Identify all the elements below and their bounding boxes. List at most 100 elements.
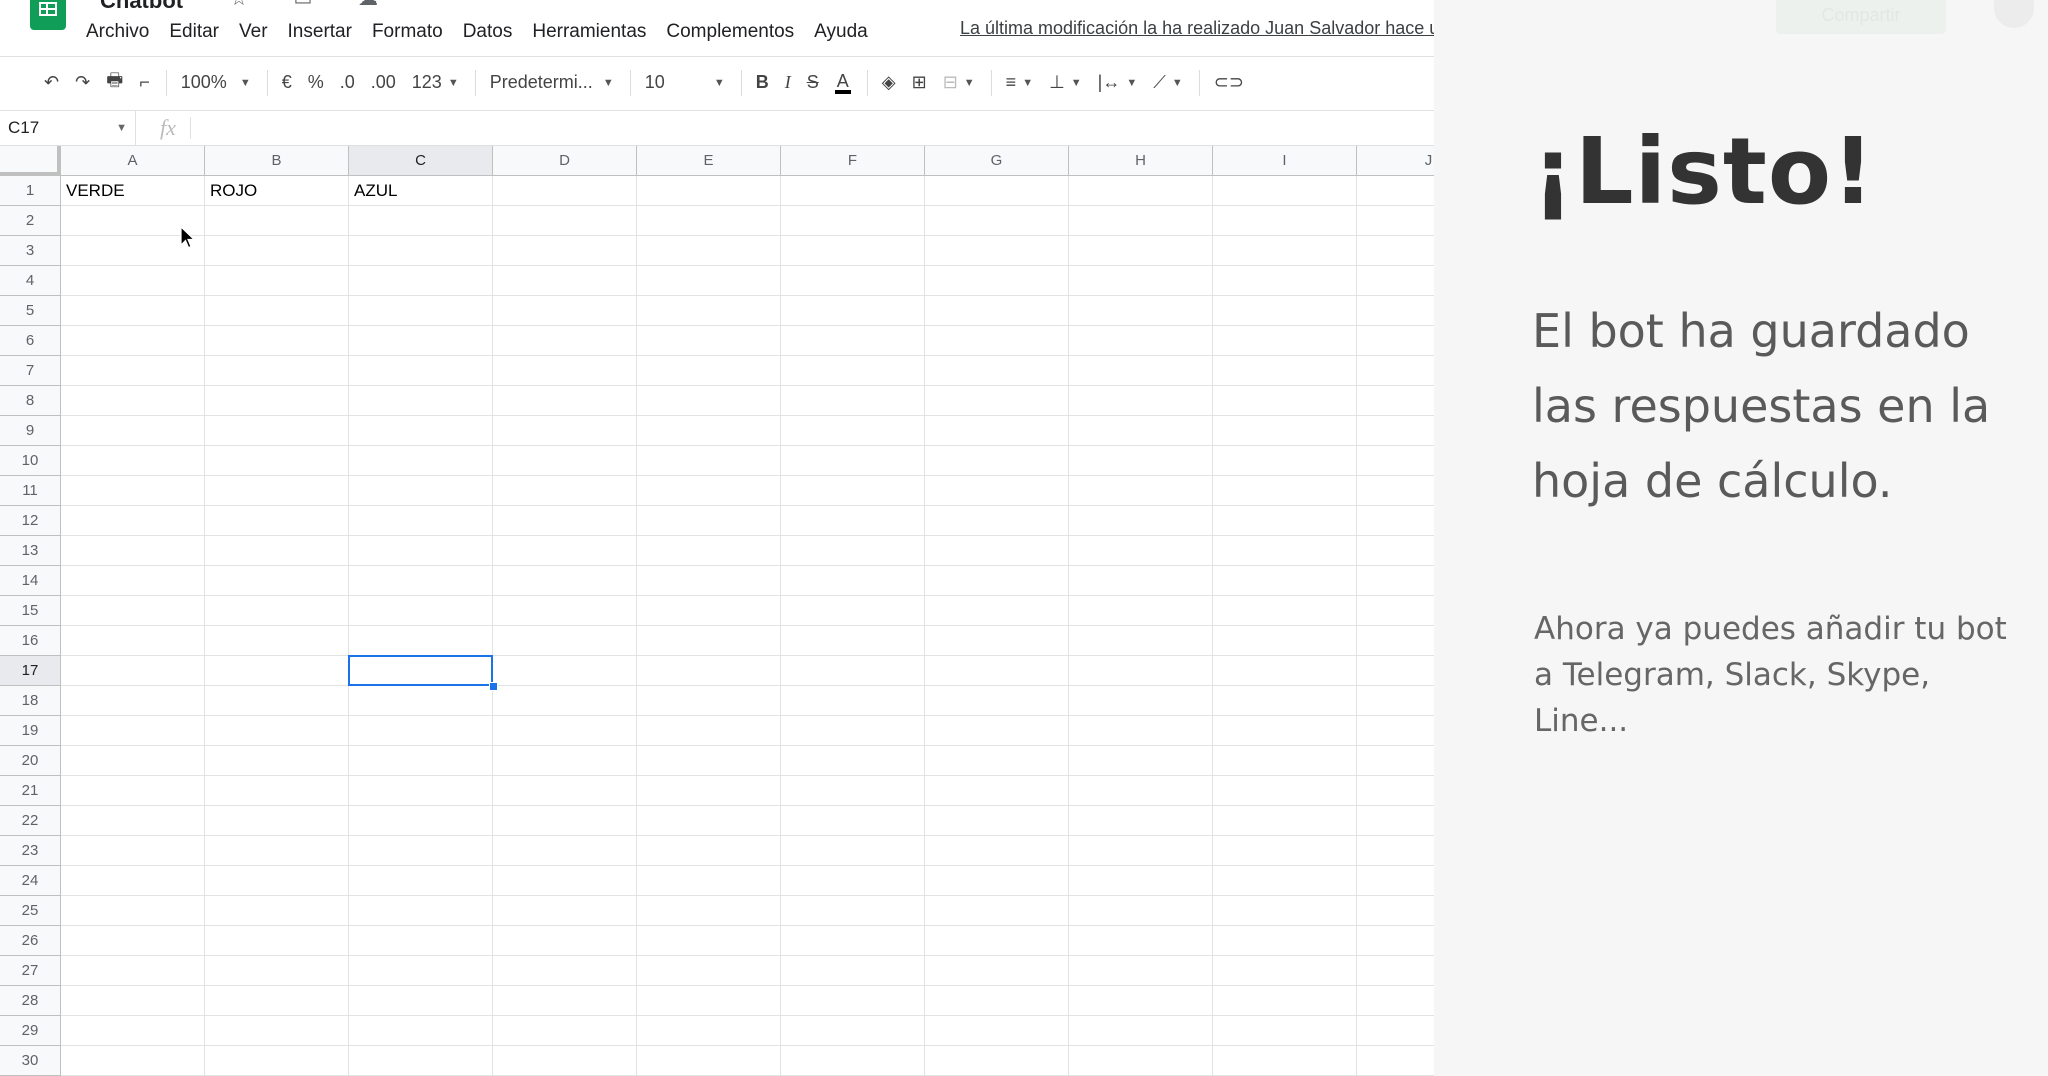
cell-h16[interactable] bbox=[1069, 626, 1213, 656]
cell-h15[interactable] bbox=[1069, 596, 1213, 626]
row-header-9[interactable]: 9 bbox=[0, 416, 61, 446]
cell-c2[interactable] bbox=[349, 206, 493, 236]
cell-d4[interactable] bbox=[493, 266, 637, 296]
cell-c20[interactable] bbox=[349, 746, 493, 776]
cell-f19[interactable] bbox=[781, 716, 925, 746]
cell-i18[interactable] bbox=[1213, 686, 1357, 716]
cell-f1[interactable] bbox=[781, 176, 925, 206]
cell-e24[interactable] bbox=[637, 866, 781, 896]
cell-h27[interactable] bbox=[1069, 956, 1213, 986]
cell-i16[interactable] bbox=[1213, 626, 1357, 656]
cell-h1[interactable] bbox=[1069, 176, 1213, 206]
column-header-h[interactable]: H bbox=[1069, 146, 1213, 176]
cell-i4[interactable] bbox=[1213, 266, 1357, 296]
last-edit-link[interactable]: La última modificación la ha realizado J… bbox=[960, 18, 1434, 39]
cell-i21[interactable] bbox=[1213, 776, 1357, 806]
vertical-align-icon[interactable]: ⊥ ▼ bbox=[1049, 72, 1082, 93]
cell-c6[interactable] bbox=[349, 326, 493, 356]
cell-g14[interactable] bbox=[925, 566, 1069, 596]
cell-f6[interactable] bbox=[781, 326, 925, 356]
cell-g13[interactable] bbox=[925, 536, 1069, 566]
cell-j17[interactable] bbox=[1357, 656, 1434, 686]
cell-d12[interactable] bbox=[493, 506, 637, 536]
cell-g16[interactable] bbox=[925, 626, 1069, 656]
cell-d23[interactable] bbox=[493, 836, 637, 866]
cell-j21[interactable] bbox=[1357, 776, 1434, 806]
cell-h24[interactable] bbox=[1069, 866, 1213, 896]
cell-e12[interactable] bbox=[637, 506, 781, 536]
cell-i7[interactable] bbox=[1213, 356, 1357, 386]
cell-a18[interactable] bbox=[61, 686, 205, 716]
row-header-22[interactable]: 22 bbox=[0, 806, 61, 836]
cell-f18[interactable] bbox=[781, 686, 925, 716]
cell-d7[interactable] bbox=[493, 356, 637, 386]
cell-b30[interactable] bbox=[205, 1046, 349, 1076]
cell-a21[interactable] bbox=[61, 776, 205, 806]
cell-f25[interactable] bbox=[781, 896, 925, 926]
cell-a23[interactable] bbox=[61, 836, 205, 866]
cell-j23[interactable] bbox=[1357, 836, 1434, 866]
cell-c16[interactable] bbox=[349, 626, 493, 656]
menu-ayuda[interactable]: Ayuda bbox=[814, 21, 868, 43]
cell-a9[interactable] bbox=[61, 416, 205, 446]
column-header-j[interactable]: J bbox=[1357, 146, 1434, 176]
cell-f2[interactable] bbox=[781, 206, 925, 236]
cell-e13[interactable] bbox=[637, 536, 781, 566]
cell-b3[interactable] bbox=[205, 236, 349, 266]
cell-d22[interactable] bbox=[493, 806, 637, 836]
cell-h25[interactable] bbox=[1069, 896, 1213, 926]
cell-f21[interactable] bbox=[781, 776, 925, 806]
cell-h8[interactable] bbox=[1069, 386, 1213, 416]
formula-input[interactable] bbox=[191, 111, 1434, 145]
row-header-28[interactable]: 28 bbox=[0, 986, 61, 1016]
cell-b15[interactable] bbox=[205, 596, 349, 626]
row-header-12[interactable]: 12 bbox=[0, 506, 61, 536]
cell-f17[interactable] bbox=[781, 656, 925, 686]
cell-a13[interactable] bbox=[61, 536, 205, 566]
cell-g26[interactable] bbox=[925, 926, 1069, 956]
cell-g24[interactable] bbox=[925, 866, 1069, 896]
cell-b25[interactable] bbox=[205, 896, 349, 926]
cell-g30[interactable] bbox=[925, 1046, 1069, 1076]
cell-f14[interactable] bbox=[781, 566, 925, 596]
cell-d26[interactable] bbox=[493, 926, 637, 956]
cell-i17[interactable] bbox=[1213, 656, 1357, 686]
more-formats-select[interactable]: 123 ▼ bbox=[412, 72, 459, 93]
cell-e9[interactable] bbox=[637, 416, 781, 446]
cell-f7[interactable] bbox=[781, 356, 925, 386]
cell-j4[interactable] bbox=[1357, 266, 1434, 296]
cell-j11[interactable] bbox=[1357, 476, 1434, 506]
cell-a15[interactable] bbox=[61, 596, 205, 626]
cell-j22[interactable] bbox=[1357, 806, 1434, 836]
cell-c3[interactable] bbox=[349, 236, 493, 266]
cell-h10[interactable] bbox=[1069, 446, 1213, 476]
cell-d8[interactable] bbox=[493, 386, 637, 416]
cell-a4[interactable] bbox=[61, 266, 205, 296]
cell-h6[interactable] bbox=[1069, 326, 1213, 356]
cell-g21[interactable] bbox=[925, 776, 1069, 806]
cell-d3[interactable] bbox=[493, 236, 637, 266]
cell-i19[interactable] bbox=[1213, 716, 1357, 746]
cell-g5[interactable] bbox=[925, 296, 1069, 326]
cell-e25[interactable] bbox=[637, 896, 781, 926]
cell-a12[interactable] bbox=[61, 506, 205, 536]
cell-g2[interactable] bbox=[925, 206, 1069, 236]
cell-h26[interactable] bbox=[1069, 926, 1213, 956]
cell-e6[interactable] bbox=[637, 326, 781, 356]
cell-c4[interactable] bbox=[349, 266, 493, 296]
cell-i27[interactable] bbox=[1213, 956, 1357, 986]
cell-c7[interactable] bbox=[349, 356, 493, 386]
row-header-24[interactable]: 24 bbox=[0, 866, 61, 896]
cell-c22[interactable] bbox=[349, 806, 493, 836]
cell-e27[interactable] bbox=[637, 956, 781, 986]
menu-editar[interactable]: Editar bbox=[169, 21, 219, 43]
cell-b18[interactable] bbox=[205, 686, 349, 716]
cell-a25[interactable] bbox=[61, 896, 205, 926]
menu-ver[interactable]: Ver bbox=[239, 21, 268, 43]
cell-i24[interactable] bbox=[1213, 866, 1357, 896]
cell-a7[interactable] bbox=[61, 356, 205, 386]
cell-g17[interactable] bbox=[925, 656, 1069, 686]
select-all-corner[interactable] bbox=[0, 146, 61, 176]
currency-format-button[interactable]: € bbox=[282, 72, 292, 93]
row-header-15[interactable]: 15 bbox=[0, 596, 61, 626]
